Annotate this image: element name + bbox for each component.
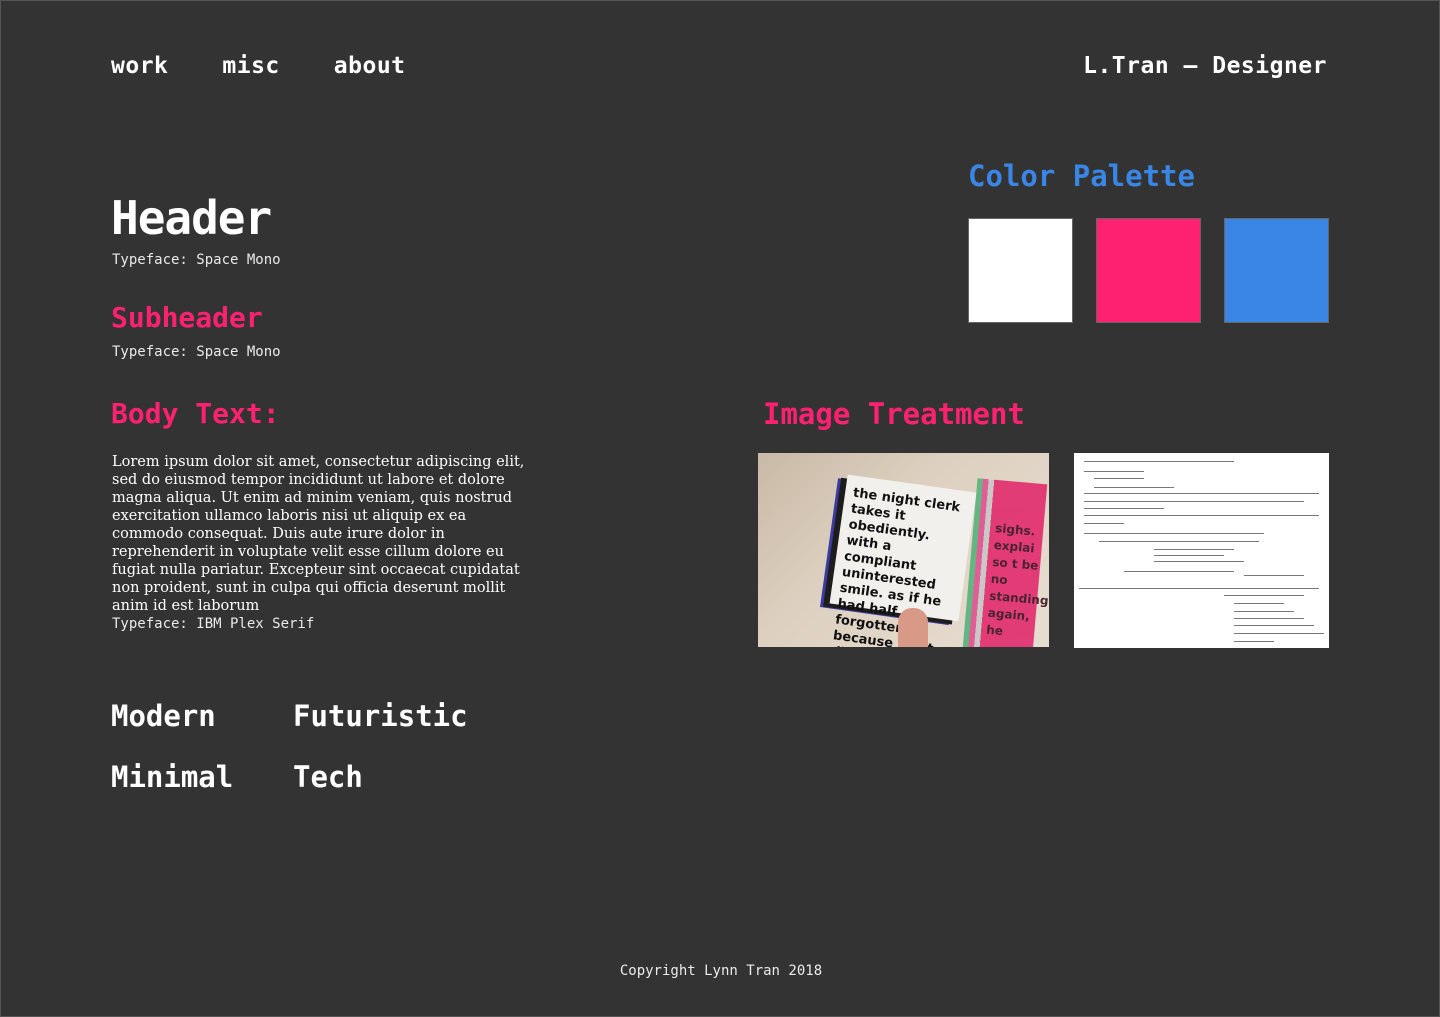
book-pages: sighs. explai so t be no standing. again…: [962, 478, 1049, 647]
subheader-sample: Subheader: [111, 301, 263, 334]
book-photo: sighs. explai so t be no standing. again…: [758, 453, 1049, 647]
subheader-typeface-caption: Typeface: Space Mono: [112, 344, 281, 360]
body-typeface-caption: Typeface: IBM Plex Serif: [112, 616, 315, 632]
keyword-tech: Tech: [293, 760, 363, 794]
book-page-text: the night clerk takes it obediently. wit…: [830, 485, 962, 647]
brand-title[interactable]: L.Tran — Designer: [1083, 53, 1327, 79]
footer-copyright: Copyright Lynn Tran 2018: [619, 963, 823, 979]
swatch-white: [968, 218, 1073, 323]
book-page: the night clerk takes it obediently. wit…: [829, 474, 977, 647]
header-typeface-caption: Typeface: Space Mono: [112, 252, 281, 268]
swatch-pink: [1096, 218, 1201, 323]
image-treatment-heading: Image Treatment: [763, 397, 1025, 431]
swatch-blue: [1224, 218, 1329, 323]
keyword-minimal: Minimal: [111, 760, 234, 794]
book-pages-text: sighs. explai so t be no standing. again…: [985, 521, 1049, 639]
keyword-futuristic: Futuristic: [293, 699, 468, 733]
color-palette-heading: Color Palette: [968, 159, 1195, 193]
header-sample: Header: [111, 191, 272, 245]
body-text-heading: Body Text:: [111, 397, 280, 430]
body-text-sample: Lorem ipsum dolor sit amet, consectetur …: [112, 454, 525, 614]
keyword-modern: Modern: [111, 699, 216, 733]
nav-misc[interactable]: misc: [222, 53, 279, 79]
main-nav: work misc about: [111, 53, 406, 79]
nav-work[interactable]: work: [111, 53, 168, 79]
hand-finger: [898, 608, 928, 647]
nav-about[interactable]: about: [334, 53, 406, 79]
handwritten-notes-image: [1074, 453, 1329, 648]
